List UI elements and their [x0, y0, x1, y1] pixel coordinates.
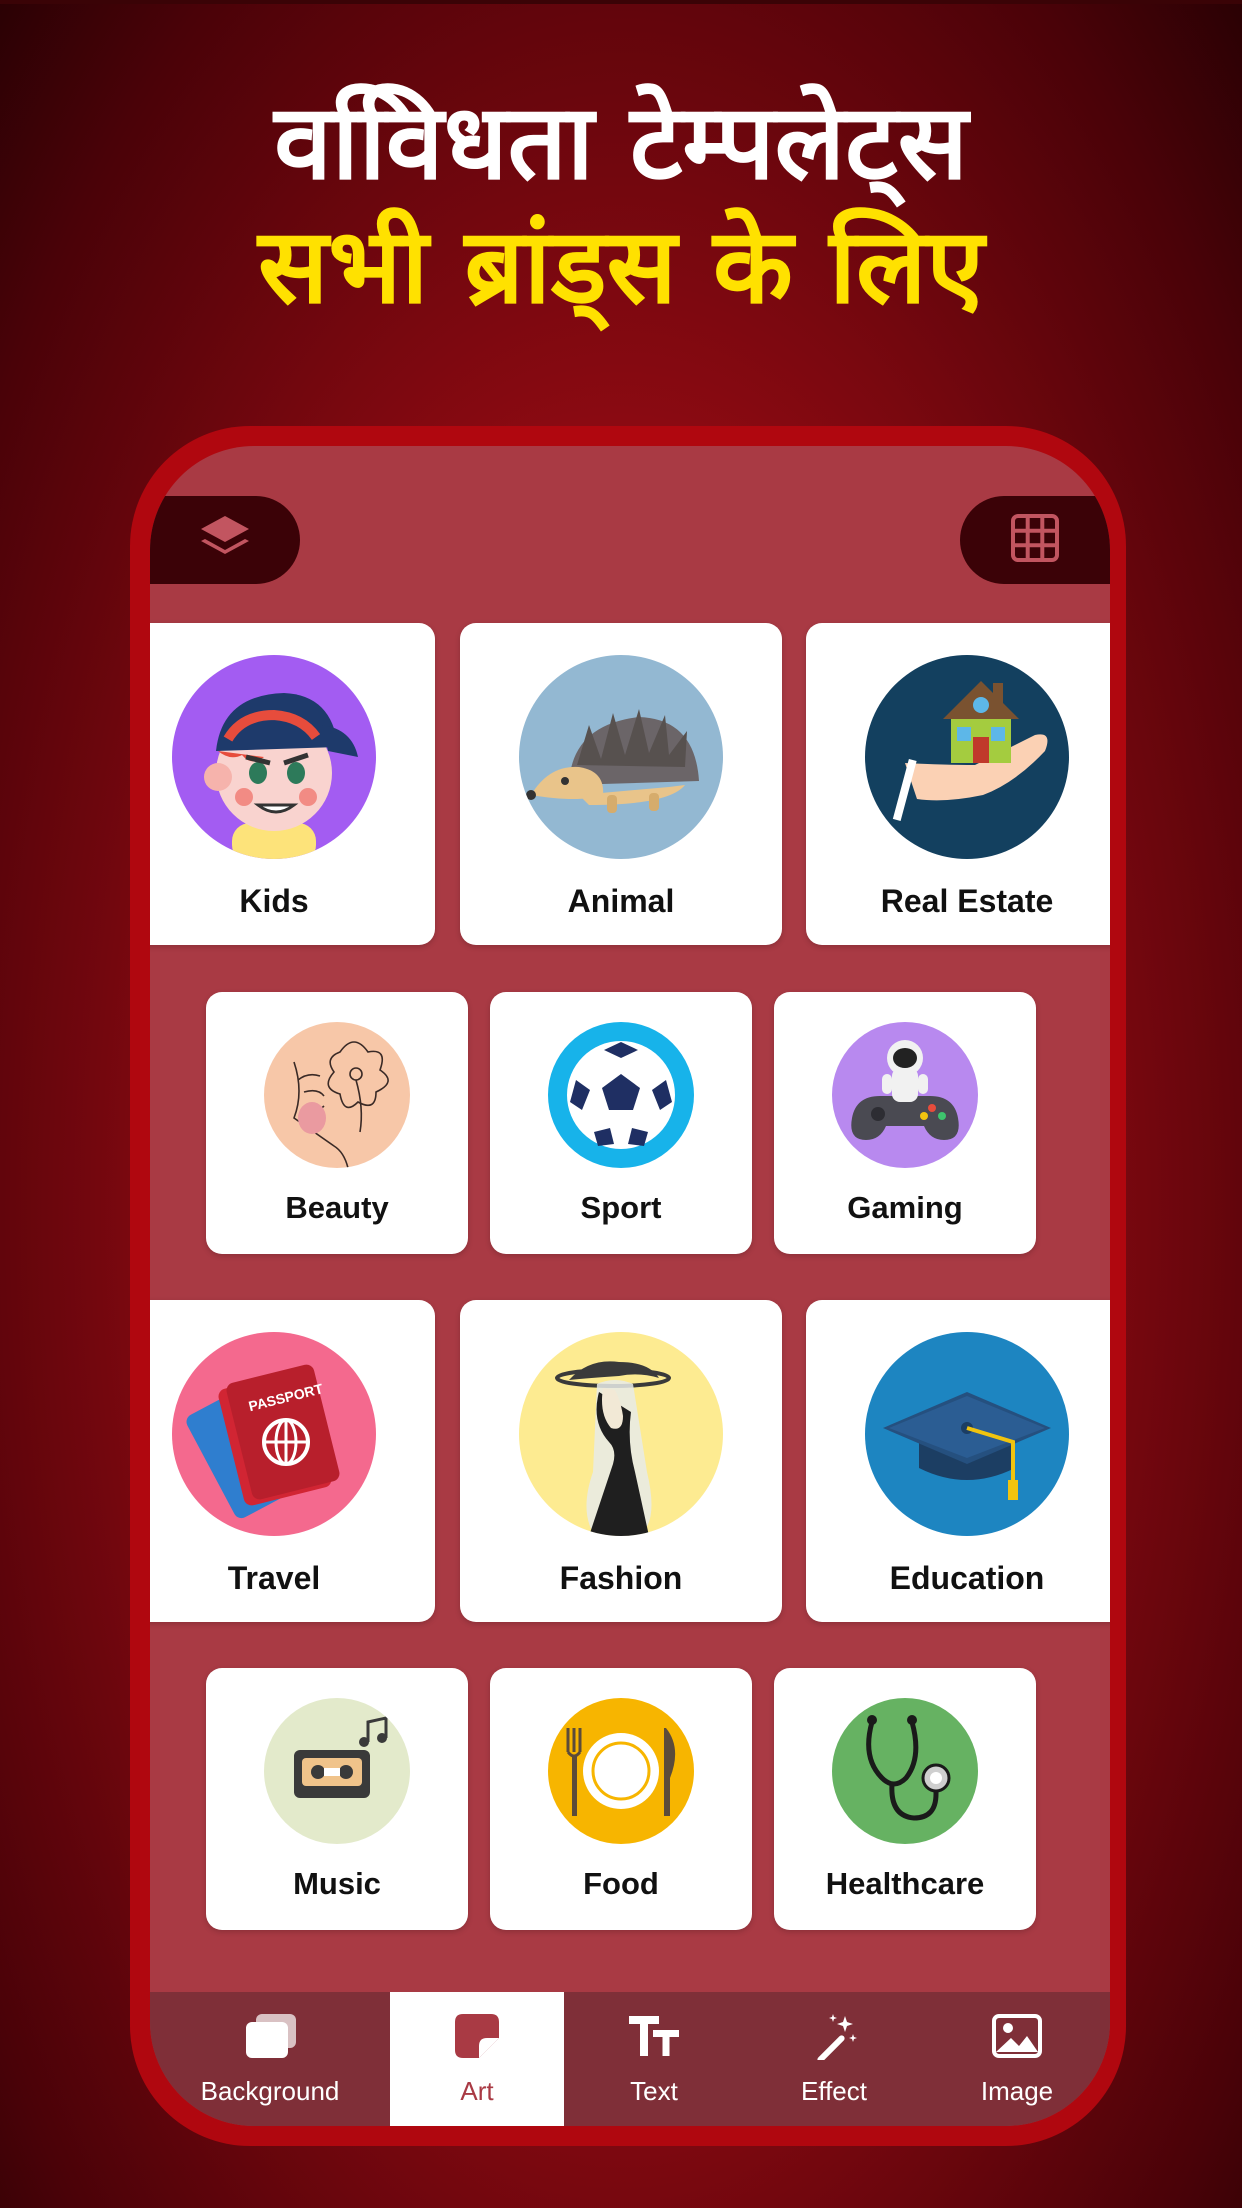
magic-wand-icon — [817, 2014, 857, 2060]
soccer-ball-icon — [548, 1022, 694, 1168]
category-label: Fashion — [559, 1560, 683, 1596]
kid-avatar-icon — [172, 655, 376, 859]
promo-headline: ववििधता टेम्पलेट्स सभी ब्रांड्स के लिए — [0, 80, 1242, 328]
category-label: Food — [583, 1866, 659, 1901]
sticker-icon — [455, 2014, 499, 2058]
category-card-education[interactable]: Education — [806, 1300, 1110, 1622]
house-in-hand-icon — [865, 655, 1069, 859]
category-label: Animal — [567, 883, 675, 919]
bottom-toolbar: Background Art Text Effect Image — [150, 1992, 1110, 2126]
astronaut-controller-icon — [832, 1022, 978, 1168]
category-card-music[interactable]: Music — [206, 1668, 468, 1930]
category-card-beauty[interactable]: Beauty — [206, 992, 468, 1254]
category-card-sport[interactable]: Sport — [490, 992, 752, 1254]
layers-icon — [197, 510, 253, 571]
graduation-cap-icon — [865, 1332, 1069, 1536]
tab-background[interactable]: Background — [150, 1992, 390, 2126]
tab-effect[interactable]: Effect — [744, 1992, 924, 2126]
category-card-animal[interactable]: Animal — [460, 623, 782, 945]
category-card-food[interactable]: Food — [490, 1668, 752, 1930]
woman-hat-icon — [519, 1332, 723, 1536]
tab-label: Text — [630, 2076, 678, 2106]
plate-cutlery-icon — [548, 1698, 694, 1844]
category-label: Music — [293, 1866, 381, 1901]
category-card-kids[interactable]: Kids — [150, 623, 435, 945]
grid-button[interactable] — [960, 496, 1110, 584]
background-icon — [246, 2014, 296, 2058]
category-label: Sport — [580, 1190, 662, 1225]
category-label: Real Estate — [880, 883, 1054, 919]
app-screen: Kids Animal Real Estate Beauty Sport Gam… — [150, 446, 1110, 2126]
category-label: Healthcare — [825, 1866, 985, 1901]
tab-label: Background — [200, 2076, 340, 2106]
category-card-healthcare[interactable]: Healthcare — [774, 1668, 1036, 1930]
layers-button[interactable] — [150, 496, 300, 584]
passport-icon: PASSPORT — [172, 1332, 376, 1536]
tab-art[interactable]: Art — [390, 1992, 564, 2126]
headline-line-1: ववििधता टेम्पलेट्स — [274, 81, 968, 203]
category-label: Kids — [239, 883, 309, 919]
top-edge — [0, 0, 1242, 4]
text-icon — [629, 2016, 679, 2056]
image-icon — [992, 2014, 1042, 2058]
grid-icon — [1009, 512, 1061, 569]
category-label: Beauty — [285, 1190, 389, 1225]
tab-label: Effect — [800, 2076, 867, 2106]
category-card-gaming[interactable]: Gaming — [774, 992, 1036, 1254]
stethoscope-icon — [832, 1698, 978, 1844]
face-flower-icon — [264, 1022, 410, 1168]
category-label: Gaming — [847, 1190, 963, 1225]
tab-label: Art — [460, 2076, 494, 2106]
tab-image[interactable]: Image — [924, 1992, 1110, 2126]
category-card-travel[interactable]: PASSPORT Travel — [150, 1300, 435, 1622]
category-label: Education — [889, 1560, 1045, 1596]
cassette-icon — [264, 1698, 410, 1844]
category-card-real-estate[interactable]: Real Estate — [806, 623, 1110, 945]
category-label: Travel — [227, 1560, 321, 1596]
category-card-fashion[interactable]: Fashion — [460, 1300, 782, 1622]
tab-label: Image — [980, 2076, 1054, 2106]
headline-line-2: सभी ब्रांड्स के लिए — [257, 205, 985, 327]
tab-text[interactable]: Text — [564, 1992, 744, 2126]
hedgehog-icon — [519, 655, 723, 859]
